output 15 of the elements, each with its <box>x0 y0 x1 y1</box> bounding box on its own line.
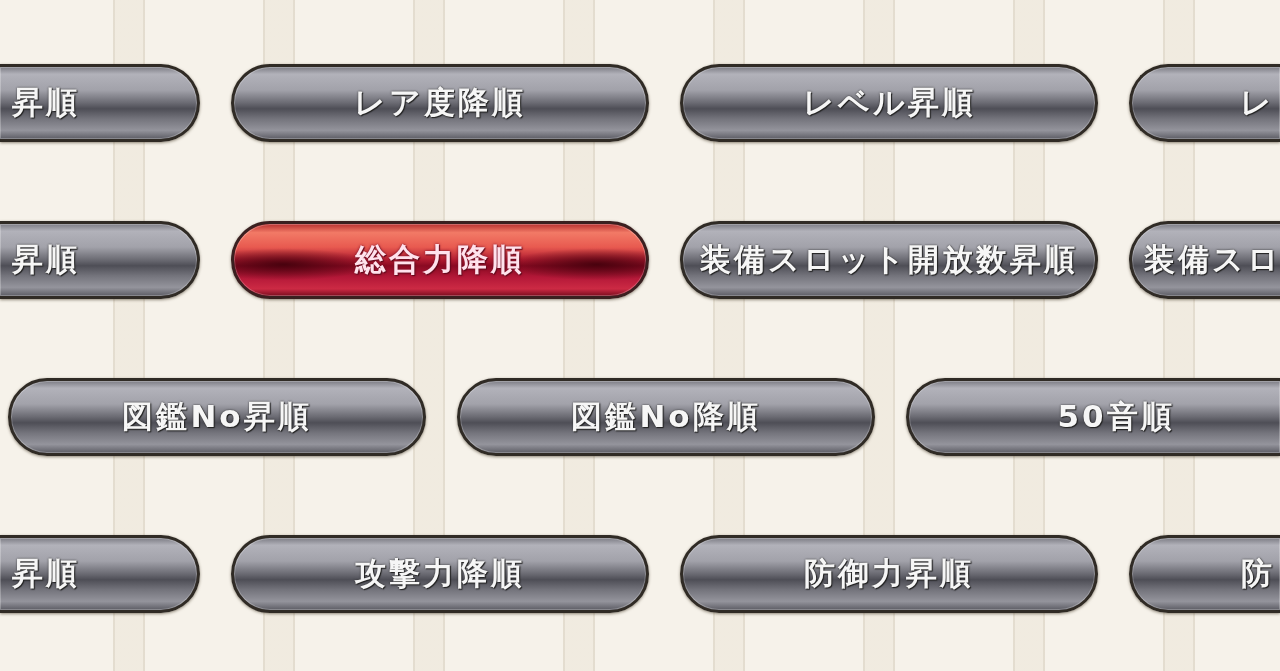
sort-button[interactable]: 図鑑No昇順 <box>8 378 426 456</box>
sort-button[interactable]: 装備スロ <box>1129 221 1280 299</box>
sort-button[interactable]: 防 <box>1129 535 1280 613</box>
sort-button[interactable]: 図鑑No降順 <box>457 378 875 456</box>
sort-button[interactable]: レア度降順 <box>231 64 649 142</box>
sort-button[interactable]: 昇順 <box>0 64 200 142</box>
sort-button[interactable]: 装備スロット開放数昇順 <box>680 221 1098 299</box>
sort-button[interactable]: 昇順 <box>0 535 200 613</box>
sort-button[interactable]: 攻撃力降順 <box>231 535 649 613</box>
sort-button[interactable]: レ <box>1129 64 1280 142</box>
sort-button[interactable]: 50音順 <box>906 378 1280 456</box>
sort-button[interactable]: 総合力降順 <box>231 221 649 299</box>
sort-button[interactable]: レベル昇順 <box>680 64 1098 142</box>
sort-button[interactable]: 防御力昇順 <box>680 535 1098 613</box>
sort-button[interactable]: 昇順 <box>0 221 200 299</box>
